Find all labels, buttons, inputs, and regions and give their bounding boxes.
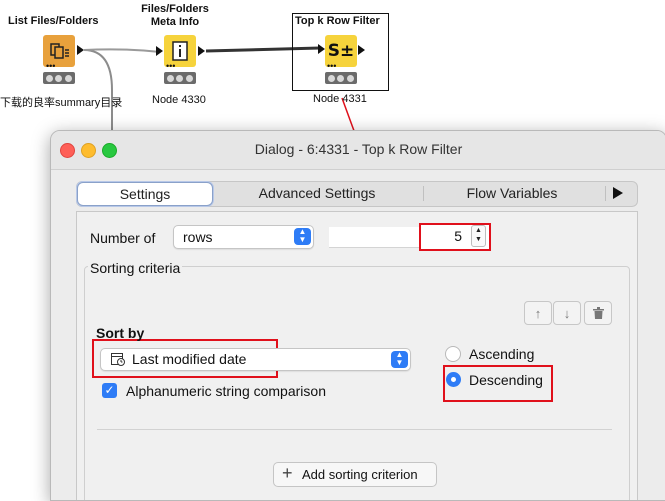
flow-variable-dots: ••• bbox=[327, 61, 337, 71]
node-status-light bbox=[43, 72, 75, 84]
sort-by-column-value: Last modified date bbox=[132, 351, 247, 367]
tab-scroll-right-icon[interactable] bbox=[613, 187, 623, 199]
add-sorting-criterion-button[interactable]: + Add sorting criterion bbox=[273, 462, 437, 487]
node-meta-info-label: Node 4330 bbox=[152, 94, 206, 106]
number-stepper[interactable]: ▲ ▼ bbox=[471, 225, 486, 247]
dialog-title: Dialog - 6:4331 - Top k Row Filter bbox=[254, 141, 463, 157]
ascending-label: Ascending bbox=[469, 346, 535, 362]
move-down-button[interactable]: ↓ bbox=[553, 301, 581, 325]
alphanumeric-label: Alphanumeric string comparison bbox=[126, 383, 326, 399]
descending-label: Descending bbox=[469, 372, 543, 388]
tab-divider bbox=[605, 186, 606, 201]
descending-radio[interactable] bbox=[446, 372, 461, 387]
node-status-light bbox=[325, 72, 357, 84]
topk-outport[interactable] bbox=[358, 45, 365, 55]
trash-icon bbox=[592, 307, 604, 319]
number-value-input[interactable]: 5 bbox=[437, 228, 462, 244]
settings-panel: Number of rows ▲ ▼ 5 ▲ ▼ Sorting criteria … bbox=[76, 211, 638, 500]
number-of-label: Number of bbox=[90, 230, 156, 246]
node-topk-title: Top k Row Filter bbox=[295, 15, 380, 27]
topk-dialog-window: Dialog - 6:4331 - Top k Row Filter Setti… bbox=[50, 130, 665, 501]
number-of-mode-select[interactable]: rows ▲ ▼ bbox=[173, 225, 314, 249]
node-status-light bbox=[164, 72, 196, 84]
topk-inport[interactable] bbox=[318, 44, 325, 54]
tab-flow-variables[interactable]: Flow Variables bbox=[433, 182, 591, 204]
sorting-criteria-label: Sorting criteria bbox=[88, 260, 183, 276]
node-list-files-title: List Files/Folders bbox=[8, 15, 99, 27]
arrow-up-icon: ↑ bbox=[534, 305, 542, 321]
sort-by-column-select[interactable]: Last modified date ▲ ▼ bbox=[100, 348, 411, 371]
list-files-outport[interactable] bbox=[77, 45, 84, 55]
tab-settings[interactable]: Settings bbox=[77, 182, 213, 206]
delete-criterion-button[interactable] bbox=[584, 301, 612, 325]
tab-advanced-settings[interactable]: Advanced Settings bbox=[223, 182, 411, 204]
meta-info-inport[interactable] bbox=[156, 46, 163, 56]
date-time-column-icon bbox=[111, 353, 125, 366]
meta-info-outport[interactable] bbox=[198, 46, 205, 56]
arrow-down-icon: ↓ bbox=[563, 305, 571, 321]
sort-by-label: Sort by bbox=[96, 325, 145, 341]
number-of-mode-value: rows bbox=[183, 229, 213, 245]
alphanumeric-checkbox[interactable]: ✓ bbox=[102, 383, 117, 398]
node-topk-label: Node 4331 bbox=[313, 93, 367, 105]
flow-variable-dots: ••• bbox=[166, 61, 176, 71]
tab-divider bbox=[423, 186, 424, 201]
chevron-updown-icon: ▲ ▼ bbox=[391, 351, 408, 368]
move-up-button[interactable]: ↑ bbox=[524, 301, 552, 325]
add-sorting-criterion-label: Add sorting criterion bbox=[302, 467, 418, 482]
tab-bar: Settings Advanced Settings Flow Variable… bbox=[76, 181, 638, 207]
ascending-radio[interactable] bbox=[445, 346, 461, 362]
chevron-updown-icon: ▲ ▼ bbox=[294, 228, 311, 245]
node-list-files-comment: 下载的良率summary目录 bbox=[0, 97, 123, 109]
node-meta-info-title: Files/Folders Meta Info bbox=[141, 3, 209, 28]
dialog-titlebar[interactable]: Dialog - 6:4331 - Top k Row Filter bbox=[51, 131, 665, 170]
checkmark-icon: ✓ bbox=[104, 383, 115, 397]
criteria-separator bbox=[97, 429, 612, 430]
flow-variable-dots: ••• bbox=[46, 61, 56, 71]
plus-icon: + bbox=[282, 463, 293, 483]
